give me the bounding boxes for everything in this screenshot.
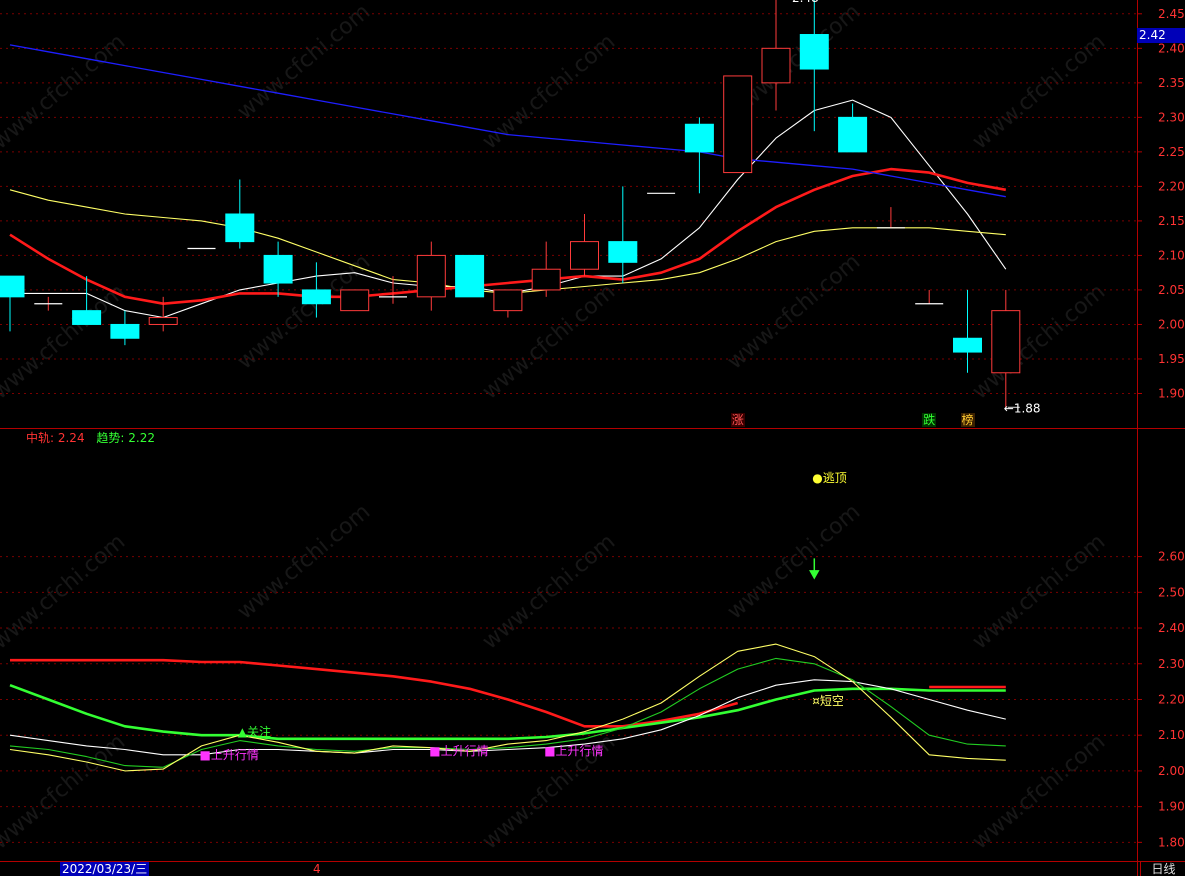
y-tick-label: 2.20 xyxy=(1158,692,1185,706)
y-tick-label: 2.40 xyxy=(1158,621,1185,635)
candle-body xyxy=(225,213,255,243)
watermark-text: www.cfchi.com xyxy=(723,249,865,374)
signal-shangsheng-2: ■上升行情 xyxy=(429,744,489,759)
candle-body xyxy=(72,310,102,325)
candle xyxy=(876,207,905,229)
indicator-readout: 中轨: 2.24 趋势: 2.22 xyxy=(26,429,155,446)
trend-line xyxy=(9,683,1006,741)
candle xyxy=(0,275,25,332)
candle-body xyxy=(263,254,293,284)
y-tick-label: 2.00 xyxy=(1158,764,1185,778)
candle xyxy=(838,103,868,153)
candle-body xyxy=(799,34,829,70)
indicator-green-line xyxy=(9,657,1006,768)
y-tick-label: 2.40 xyxy=(1158,41,1185,55)
candle xyxy=(915,289,944,305)
y-tick-label: 2.05 xyxy=(1158,283,1185,297)
y-tick-label: 1.90 xyxy=(1158,386,1185,400)
watermark-text: www.cfchi.com xyxy=(968,729,1110,854)
candle-body xyxy=(455,254,485,298)
candle xyxy=(684,117,714,194)
y-tick-label: 2.25 xyxy=(1158,145,1185,159)
indicator-lines xyxy=(9,558,1006,772)
candle-body xyxy=(838,116,868,153)
candle xyxy=(416,241,446,311)
watermark-text: www.cfchi.com xyxy=(233,499,375,624)
candle xyxy=(225,179,255,249)
y-tick-label: 2.30 xyxy=(1158,110,1185,124)
signal-die: 跌 xyxy=(922,413,937,427)
signal-shangsheng-3: ■上升行情 xyxy=(544,744,604,759)
ma-red-line xyxy=(9,167,1007,306)
watermark-text: www.cfchi.com xyxy=(723,499,865,624)
candle xyxy=(34,296,63,311)
y-tick-label: 1.95 xyxy=(1158,352,1185,366)
trend-value: 趋势: 2.22 xyxy=(96,431,155,445)
candle-body xyxy=(493,289,523,312)
month-tick: 4 xyxy=(313,862,321,876)
watermark-text: www.cfchi.com xyxy=(233,249,375,374)
candle xyxy=(608,186,638,284)
period-selector[interactable]: 日线 xyxy=(1140,862,1185,876)
candle xyxy=(340,289,370,312)
candle-body xyxy=(148,317,178,325)
signal-duankong: ¤短空 xyxy=(812,694,844,709)
candle-body xyxy=(684,123,714,153)
main-moving-averages xyxy=(9,44,1007,319)
candle xyxy=(570,214,599,277)
y-tick-label: 2.10 xyxy=(1158,728,1185,742)
signal-guanzhu: ▲关注 xyxy=(237,724,272,739)
y-tick-label: 2.35 xyxy=(1158,76,1185,90)
y-tick-label: 2.10 xyxy=(1158,248,1185,262)
watermark-text: www.cfchi.com xyxy=(0,279,130,404)
candle xyxy=(455,254,485,298)
lower-panel-grid xyxy=(0,556,1137,843)
watermark-text: www.cfchi.com xyxy=(968,279,1110,404)
high-price-label: 2.48 xyxy=(792,0,819,5)
y-tick-label: 2.50 xyxy=(1158,585,1185,599)
candle-body xyxy=(991,310,1021,374)
candle-body xyxy=(416,254,446,298)
candle-body xyxy=(953,337,982,353)
candle-body xyxy=(608,241,638,263)
candle xyxy=(263,241,293,297)
candle xyxy=(953,289,982,373)
candle-body xyxy=(570,241,599,270)
signal-taobai: ●逃顶 xyxy=(812,471,847,485)
main-y-axis: 1.90 1.95 2.00 2.05 2.10 2.15 2.20 2.25 2.30 2.35… xyxy=(1137,7,1185,400)
watermark-text: www.cfchi.com xyxy=(233,0,375,125)
candle-body xyxy=(340,289,370,312)
current-price-tag: 2.42 xyxy=(1137,28,1185,43)
lower-y-axis: 1.80 1.90 2.00 2.10 2.20 2.30 2.40 2.50 2.60 xyxy=(1137,550,1185,849)
candle-body xyxy=(0,275,25,298)
candle-body xyxy=(761,47,791,84)
signal-zhang: 涨 xyxy=(730,413,745,427)
mid-rail-value: 中轨: 2.24 xyxy=(26,431,85,445)
signal-shangsheng-1: ■上升行情 xyxy=(199,747,259,762)
candle xyxy=(110,310,140,346)
y-tick-label: 2.45 xyxy=(1158,7,1185,21)
indicator-yellow-line xyxy=(9,643,1006,772)
y-tick-label: 1.90 xyxy=(1158,800,1185,814)
y-tick-label: 2.00 xyxy=(1158,317,1185,331)
y-tick-label: 2.60 xyxy=(1158,550,1185,564)
cursor-date: 2022/03/23/三 xyxy=(60,862,150,876)
candlestick-series xyxy=(0,0,1021,408)
candle xyxy=(723,75,753,174)
candle xyxy=(531,241,561,297)
y-tick-label: 1.80 xyxy=(1158,835,1185,849)
watermark-layer: www.cfchi.com www.cfchi.com www.cfchi.com w… xyxy=(0,0,1110,855)
y-tick-label: 2.20 xyxy=(1158,179,1185,193)
low-price-label: ←1.88 xyxy=(1004,401,1041,415)
ma-yellow-line xyxy=(9,189,1006,294)
y-tick-label: 2.15 xyxy=(1158,214,1185,228)
candle xyxy=(493,289,523,318)
signal-bang: 榜 xyxy=(960,413,975,427)
y-tick-label: 2.30 xyxy=(1158,657,1185,671)
candle-body xyxy=(110,323,140,339)
candle-body xyxy=(301,289,331,305)
candle-body xyxy=(723,75,753,174)
candle-body xyxy=(531,268,561,291)
